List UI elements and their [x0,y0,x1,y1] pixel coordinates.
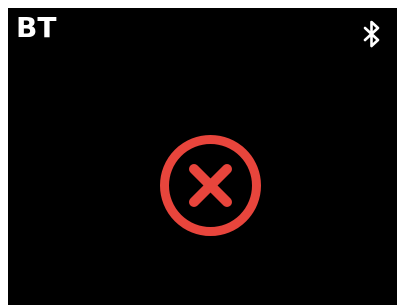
screen-title: BT [16,11,57,44]
device-frame: BT [0,0,403,305]
device-screen: BT [8,8,397,305]
error-x-icon [160,135,261,236]
bluetooth-icon [363,20,380,48]
